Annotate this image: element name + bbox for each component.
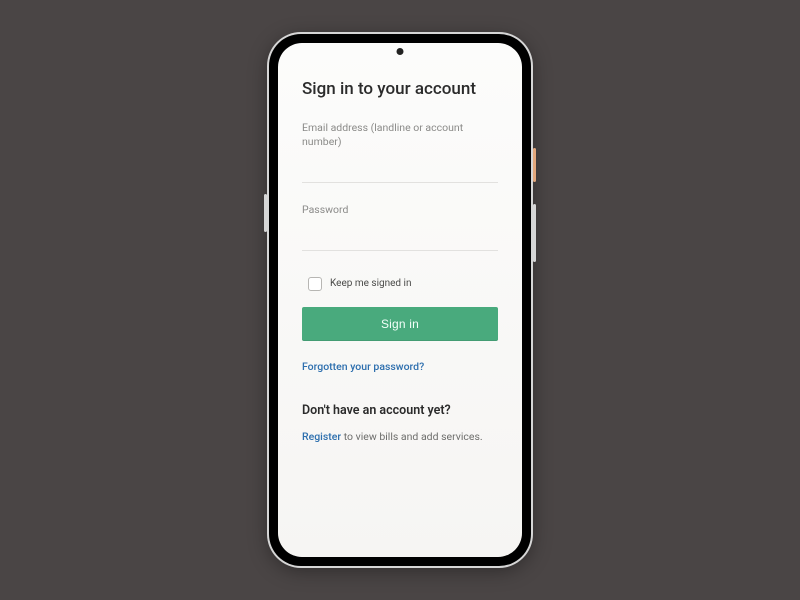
register-tail: to view bills and add services. [341,430,483,443]
forgot-password-link[interactable]: Forgotten your password? [302,360,424,373]
password-field[interactable] [302,231,498,251]
register-link[interactable]: Register [302,430,341,443]
camera-dot-icon [397,48,404,55]
signin-button[interactable]: Sign in [302,307,498,341]
email-label: Email address (landline or account numbe… [302,121,498,149]
keep-signed-in-checkbox[interactable] [308,277,322,291]
signin-form: Sign in to your account Email address (l… [278,43,522,463]
side-button-icon [264,194,267,232]
power-button-icon [533,148,536,182]
email-field[interactable] [302,163,498,183]
keep-signed-in-label: Keep me signed in [330,278,412,289]
keep-signed-in-row: Keep me signed in [308,277,498,291]
volume-button-icon [533,204,536,262]
phone-screen: Sign in to your account Email address (l… [278,43,522,557]
page-title: Sign in to your account [302,79,498,99]
password-label: Password [302,203,498,217]
phone-frame: Sign in to your account Email address (l… [269,34,531,566]
register-line: Register to view bills and add services. [302,430,498,443]
no-account-heading: Don't have an account yet? [302,403,498,418]
